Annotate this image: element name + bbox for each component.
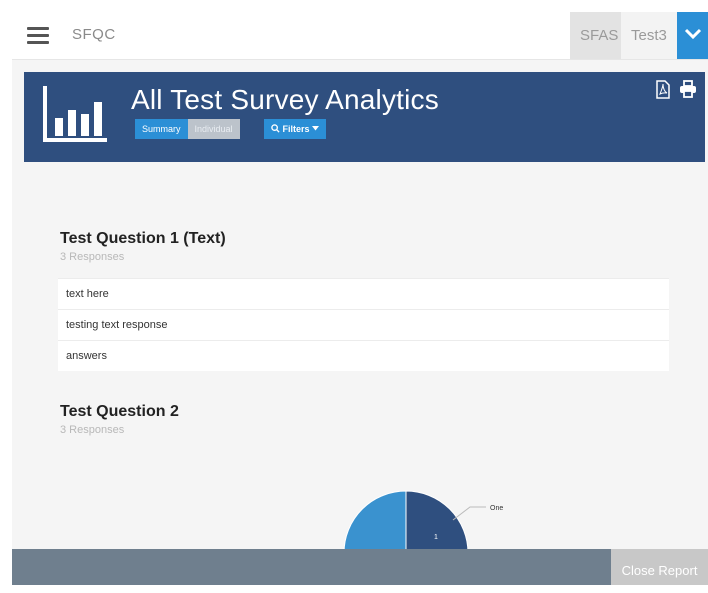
top-navbar: SFQC SFAS Test3 [12,12,708,60]
caret-down-icon [312,126,320,131]
report-header: All Test Survey Analytics Summary Indivi… [24,72,705,162]
pie-slice-label: One [490,505,503,512]
bar-chart-icon [43,86,107,142]
pie-leader-line [452,506,486,521]
answer-row: text here [58,278,669,309]
answer-row: answers [58,340,669,371]
question-2-responses: 3 Responses [60,424,125,436]
close-report-button[interactable]: Close Report [611,549,708,585]
pie-slice-other [343,490,407,554]
filters-label: Filters [282,124,310,134]
print-icon[interactable] [679,80,697,98]
pie-slice-one [405,490,469,554]
chevron-down-icon [684,28,702,40]
pie-slice-value: 1 [434,534,438,541]
question-2-title: Test Question 2 [60,403,179,420]
tab-test3[interactable]: Test3 [621,12,677,59]
question-1-responses: 3 Responses [60,251,125,263]
individual-button[interactable]: Individual [187,119,240,139]
pdf-icon[interactable] [655,80,671,99]
filters-button[interactable]: Filters [264,119,327,139]
report-title: All Test Survey Analytics [131,84,439,115]
footer-bar [12,549,708,585]
view-toggle: Summary Individual [135,119,240,139]
answer-row: testing text response [58,309,669,340]
menu-icon[interactable] [27,27,49,45]
answers-list: text here testing text response answers [58,278,669,371]
search-icon [271,124,280,133]
dropdown-toggle-button[interactable] [677,12,708,59]
tab-sfas[interactable]: SFAS [570,12,629,59]
brand-label[interactable]: SFQC [72,26,116,43]
question-1-title: Test Question 1 (Text) [60,230,226,247]
summary-button[interactable]: Summary [135,119,188,139]
